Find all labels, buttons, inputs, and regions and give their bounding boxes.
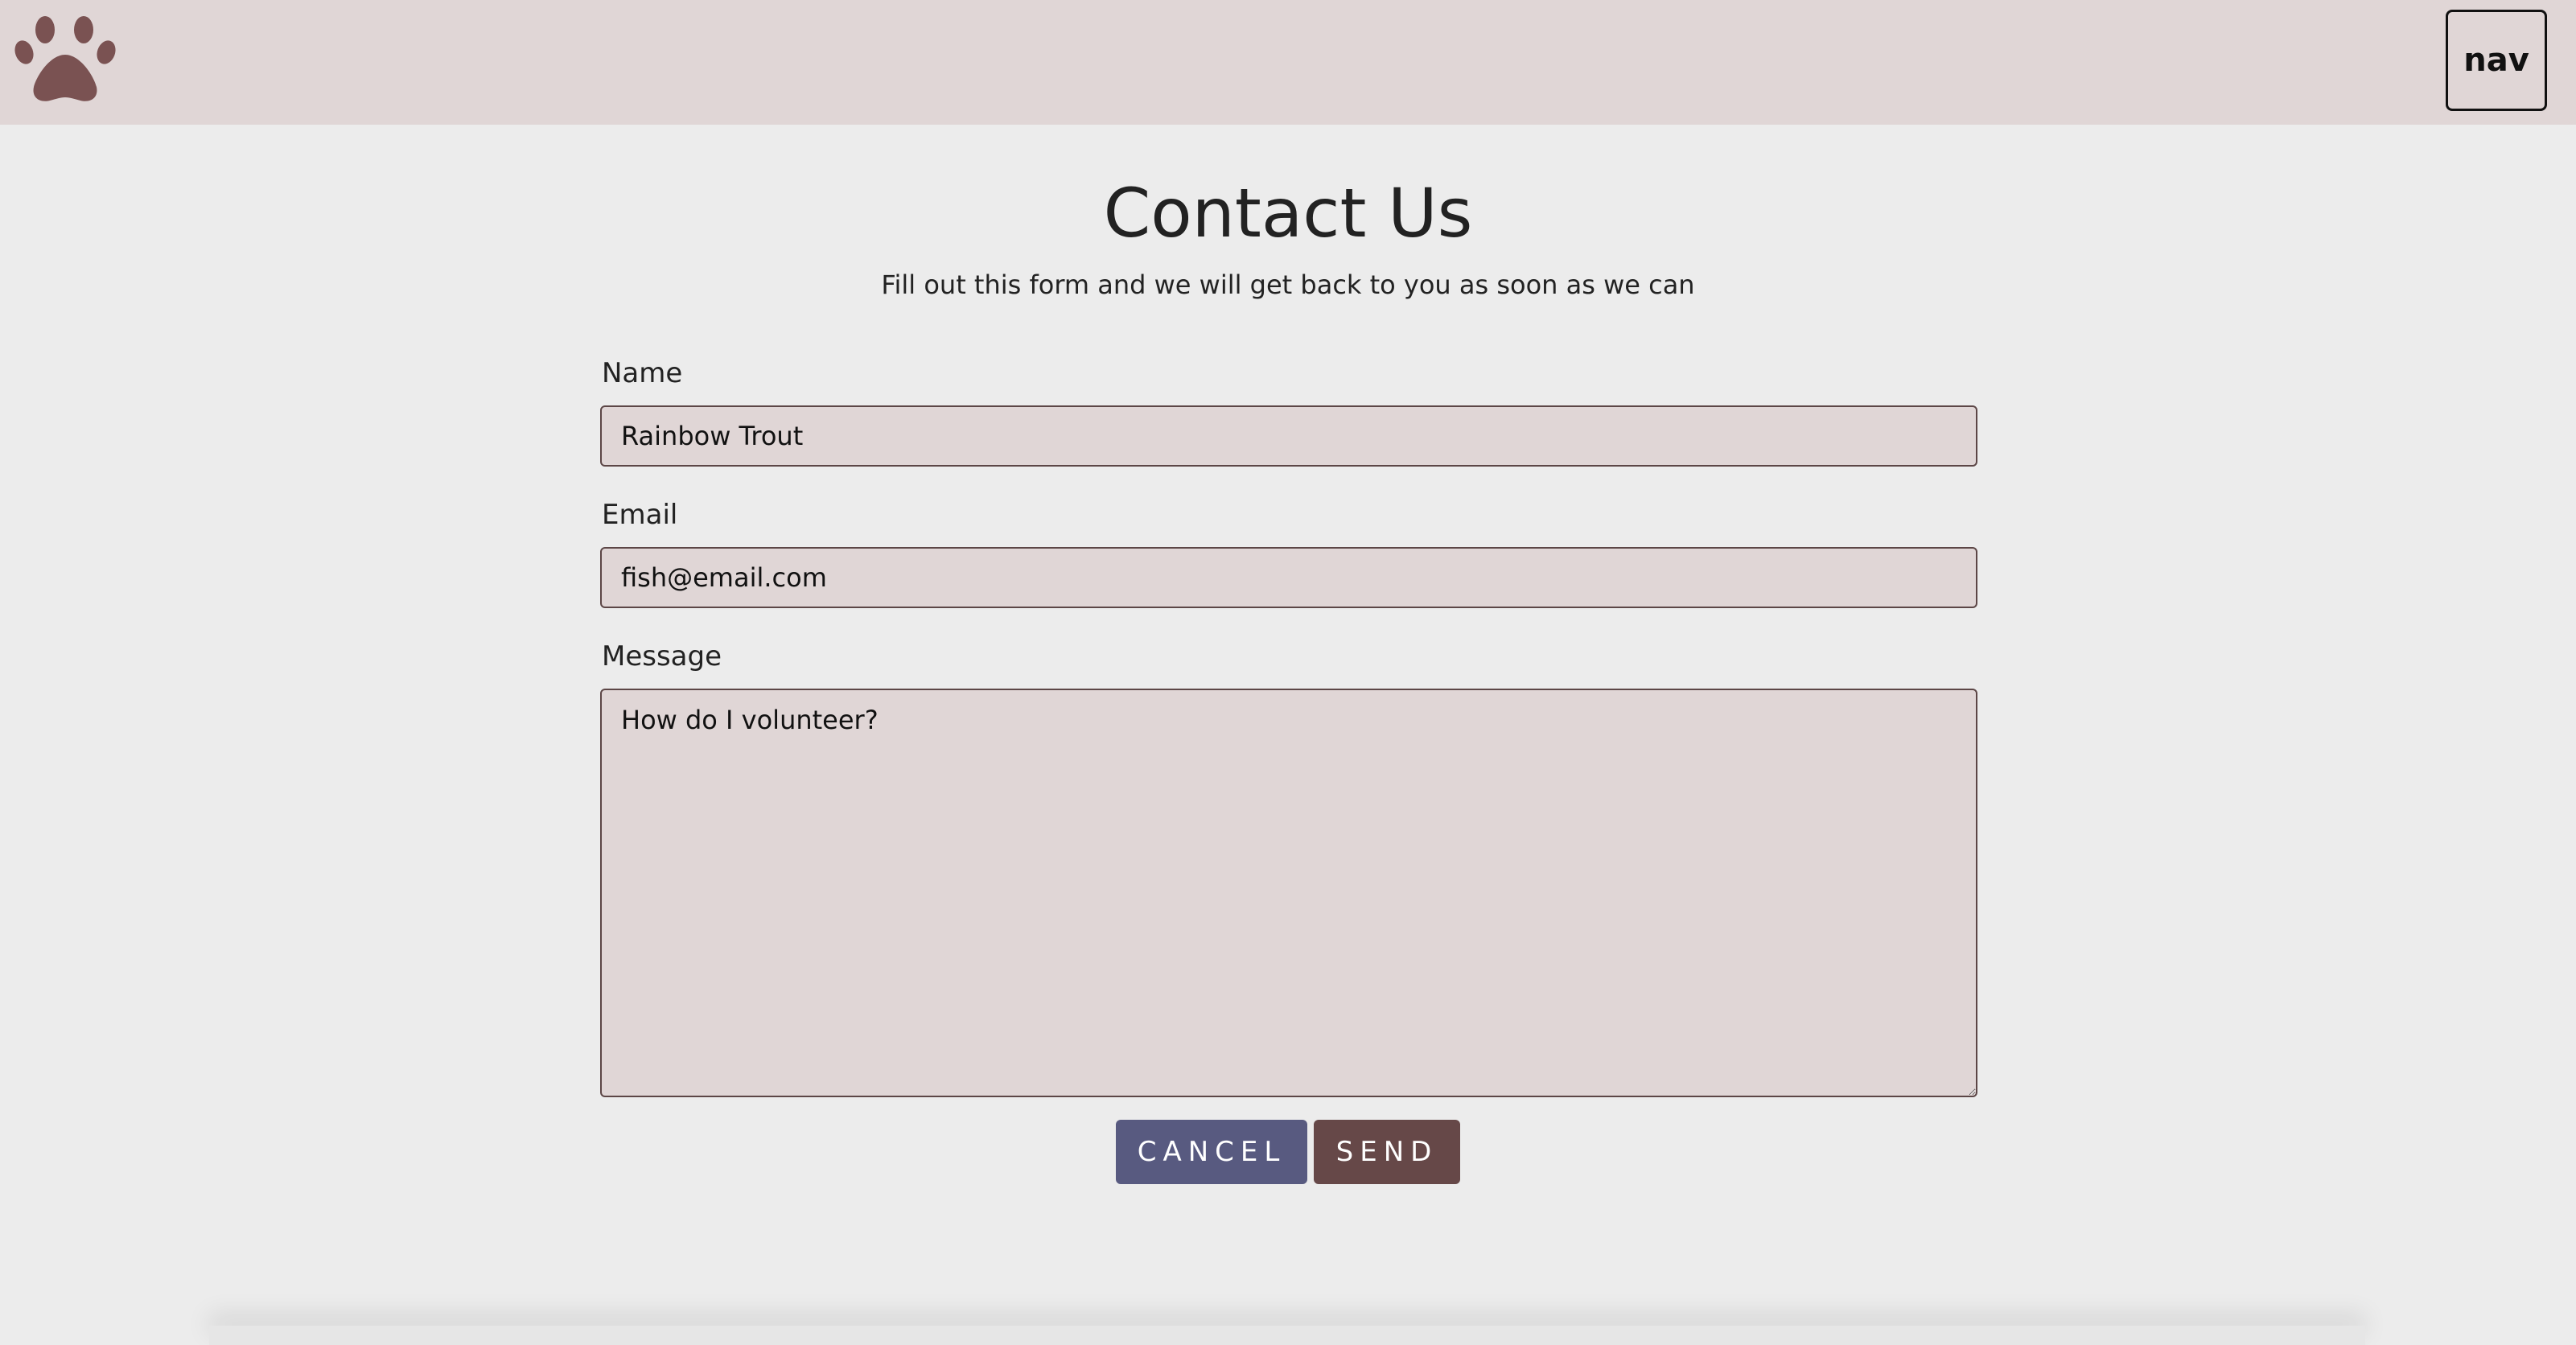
page-subtitle: Fill out this form and we will get back … (881, 269, 1695, 300)
paw-icon[interactable] (14, 14, 116, 105)
footer-edge (209, 1326, 2365, 1345)
send-button[interactable]: Send (1314, 1120, 1460, 1184)
site-header: nav (0, 0, 2576, 125)
message-label: Message (602, 640, 722, 672)
name-field[interactable] (600, 405, 1977, 467)
page-title: Contact Us (1103, 174, 1473, 253)
contact-form: Name Email Message How do I volunteer? (600, 354, 1977, 1097)
email-label: Email (602, 499, 678, 531)
name-label: Name (602, 357, 683, 389)
form-actions: Cancel Send (0, 1120, 2576, 1184)
nav-button[interactable]: nav (2446, 10, 2547, 111)
email-field[interactable] (600, 547, 1977, 608)
message-field[interactable]: How do I volunteer? (600, 689, 1977, 1097)
cancel-button[interactable]: Cancel (1116, 1120, 1307, 1184)
